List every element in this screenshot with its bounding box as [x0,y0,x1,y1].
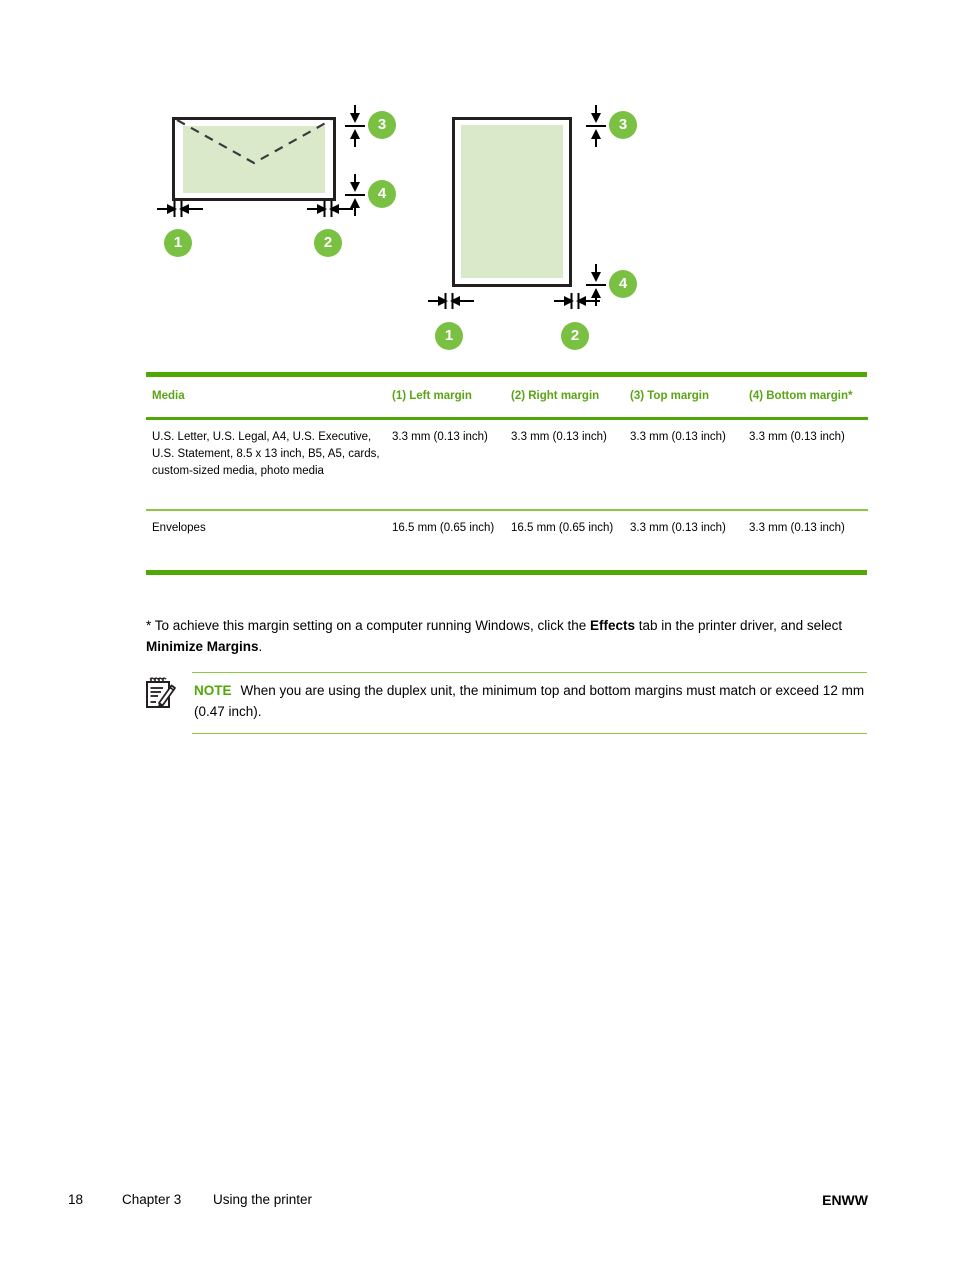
envelope-printable-area [183,126,325,193]
envelope-badge-2: 2 [314,229,342,257]
footer-section-title: Using the printer [213,1192,313,1207]
table-header-row: Media (1) Left margin (2) Right margin (… [146,377,868,420]
cell-media: U.S. Letter, U.S. Legal, A4, U.S. Execut… [146,418,392,512]
paper-bottom-margin-dimension [586,264,606,306]
footer-locale: ENWW [822,1192,868,1208]
margin-diagrams: 1 2 3 4 1 2 3 4 [0,0,954,370]
paper-top-margin-dimension [586,105,606,147]
note-text-line: NOTE When you are using the duplex unit, … [192,681,867,723]
envelope-bottom-margin-dimension [345,174,365,216]
note-label: NOTE [194,683,232,698]
note-pencil-icon [146,677,176,708]
paper-badge-2: 2 [561,322,589,350]
column-header-left-margin: (1) Left margin [392,377,511,420]
column-header-bottom-margin: (4) Bottom margin* [749,377,868,420]
margins-table: Media (1) Left margin (2) Right margin (… [146,372,868,576]
table-row: U.S. Letter, U.S. Legal, A4, U.S. Execut… [146,418,868,512]
footer-left-group: 18 Chapter 3 Using the printer [68,1192,312,1207]
paper-printable-area [461,125,563,278]
column-header-top-margin: (3) Top margin [630,377,749,420]
footnote-part-3: . [258,638,263,654]
paper-badge-1: 1 [435,322,463,350]
envelope-left-margin-dimension [157,201,203,217]
paper-badge-4: 4 [609,270,637,298]
cell-top-margin: 3.3 mm (0.13 inch) [630,418,749,512]
cell-left-margin: 16.5 mm (0.65 inch) [392,522,495,535]
cell-right-margin: 3.3 mm (0.13 inch) [511,418,630,512]
paper-left-margin-dimension [428,293,474,309]
envelope-outline [172,117,336,201]
cell-bottom-margin: 3.3 mm (0.13 inch) [749,522,845,535]
cell-top-margin: 3.3 mm (0.13 inch) [630,522,726,535]
envelope-badge-4: 4 [368,180,396,208]
footnote-bold-minimize-margins: Minimize Margins [146,638,259,654]
footnote-bold-effects: Effects [589,618,635,633]
cell-media: Envelopes [152,522,206,535]
footnote-part-2: tab in the printer driver, and select [635,618,843,633]
column-header-right-margin: (2) Right margin [511,377,630,420]
envelope-badge-3: 3 [368,111,396,139]
table-bottom-rule [146,570,867,576]
envelope-top-margin-dimension [345,105,365,147]
column-header-media: Media [146,377,392,420]
footnote: * To achieve this margin setting on a co… [146,616,861,658]
footer-chapter: Chapter 3 [122,1192,182,1207]
paper-badge-3: 3 [609,111,637,139]
footnote-part-1: * To achieve this margin setting on a co… [146,618,590,633]
table-row: Envelopes 16.5 mm (0.65 inch) 16.5 mm (0… [146,510,868,570]
envelope-badge-1: 1 [164,229,192,257]
footer-page-number: 18 [68,1192,84,1207]
cell-left-margin: 3.3 mm (0.13 inch) [392,418,511,512]
cell-right-margin: 16.5 mm (0.65 inch) [511,522,614,535]
cell-bottom-margin: 3.3 mm (0.13 inch) [749,418,868,512]
note-message: When you are using the duplex unit, the … [194,683,865,719]
paper-outline [452,117,572,287]
note-body: NOTE When you are using the duplex unit, … [192,672,867,734]
